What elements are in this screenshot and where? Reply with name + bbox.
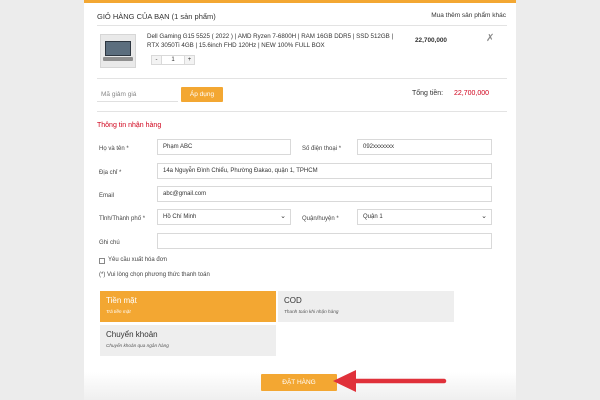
total-value: 22,700,000 [454,90,490,97]
payment-note: (*) Vui lòng chọn phương thức thanh toán [99,272,210,278]
chevron-down-icon: ⌄ [280,213,286,220]
city-value: Hồ Chí Minh [163,214,197,220]
payment-option-cod[interactable]: COD Thanh toán khi nhận hàng [278,291,454,322]
phone-label: Số điện thoại * [302,146,342,152]
city-label: Tỉnh/Thành phố * [99,216,146,222]
invoice-label: Yêu cầu xuất hóa đơn [108,257,167,263]
payment-title: COD [284,296,302,305]
checkout-panel: GIỎ HÀNG CỦA BẠN (1 sản phẩm) Mua thêm s… [84,0,516,400]
quantity-stepper: - 1 + [151,55,195,65]
annotation-arrow-icon [333,370,447,392]
product-name[interactable]: Dell Gaming G15 5525 ( 2022 ) | AMD Ryze… [147,32,397,50]
payment-option-cash[interactable]: Tiền mặt Trả tiền mặt [100,291,276,322]
note-field[interactable] [157,233,492,249]
place-order-button[interactable]: ĐẶT HÀNG [261,374,337,391]
shipping-info-title: Thông tin nhận hàng [97,122,162,129]
address-field[interactable]: 14a Nguyễn Đình Chiểu, Phường Đakao, quậ… [157,163,492,179]
payment-subtitle: Trả tiền mặt [106,309,131,314]
district-value: Quận 1 [363,214,383,220]
payment-subtitle: Thanh toán khi nhận hàng [284,309,339,314]
product-price: 22,700,000 [415,37,447,44]
header-divider [97,25,507,26]
email-label: Email [99,193,115,199]
total-label: Tổng tiền: [412,90,444,97]
quantity-increase-button[interactable]: + [184,55,195,65]
payment-title: Chuyển khoản [106,330,158,339]
product-image[interactable] [100,34,136,68]
remove-item-icon[interactable]: ✗ [486,33,494,44]
continue-shopping-link[interactable]: Mua thêm sản phẩm khác [431,12,506,19]
chevron-down-icon: ⌄ [481,213,487,220]
laptop-base [103,57,133,61]
coupon-input[interactable] [97,88,178,102]
payment-title: Tiền mặt [106,296,137,305]
invoice-checkbox[interactable] [99,258,105,264]
total-divider [97,111,507,112]
payment-option-transfer[interactable]: Chuyển khoản Chuyển khoản qua ngân hàng [100,325,276,356]
name-label: Họ và tên * [99,146,129,152]
email-field[interactable]: abc@gmail.com [157,186,492,202]
top-accent-bar [84,0,516,3]
address-label: Địa chỉ * [99,170,122,176]
note-label: Ghi chú [99,240,120,246]
payment-subtitle: Chuyển khoản qua ngân hàng [106,343,169,348]
phone-field[interactable]: 092xxxxxxx [357,139,492,155]
district-select[interactable]: Quận 1 ⌄ [357,209,492,225]
apply-coupon-button[interactable]: Áp dụng [181,87,223,102]
quantity-decrease-button[interactable]: - [151,55,162,65]
name-field[interactable]: Phạm ABC [157,139,291,155]
district-label: Quận/huyện * [302,216,339,222]
city-select[interactable]: Hồ Chí Minh ⌄ [157,209,291,225]
laptop-screen [105,41,131,56]
item-divider [97,78,507,79]
arrow-head [333,370,356,392]
cart-title: GIỎ HÀNG CỦA BẠN (1 sản phẩm) [97,12,216,21]
quantity-input[interactable]: 1 [162,55,184,65]
